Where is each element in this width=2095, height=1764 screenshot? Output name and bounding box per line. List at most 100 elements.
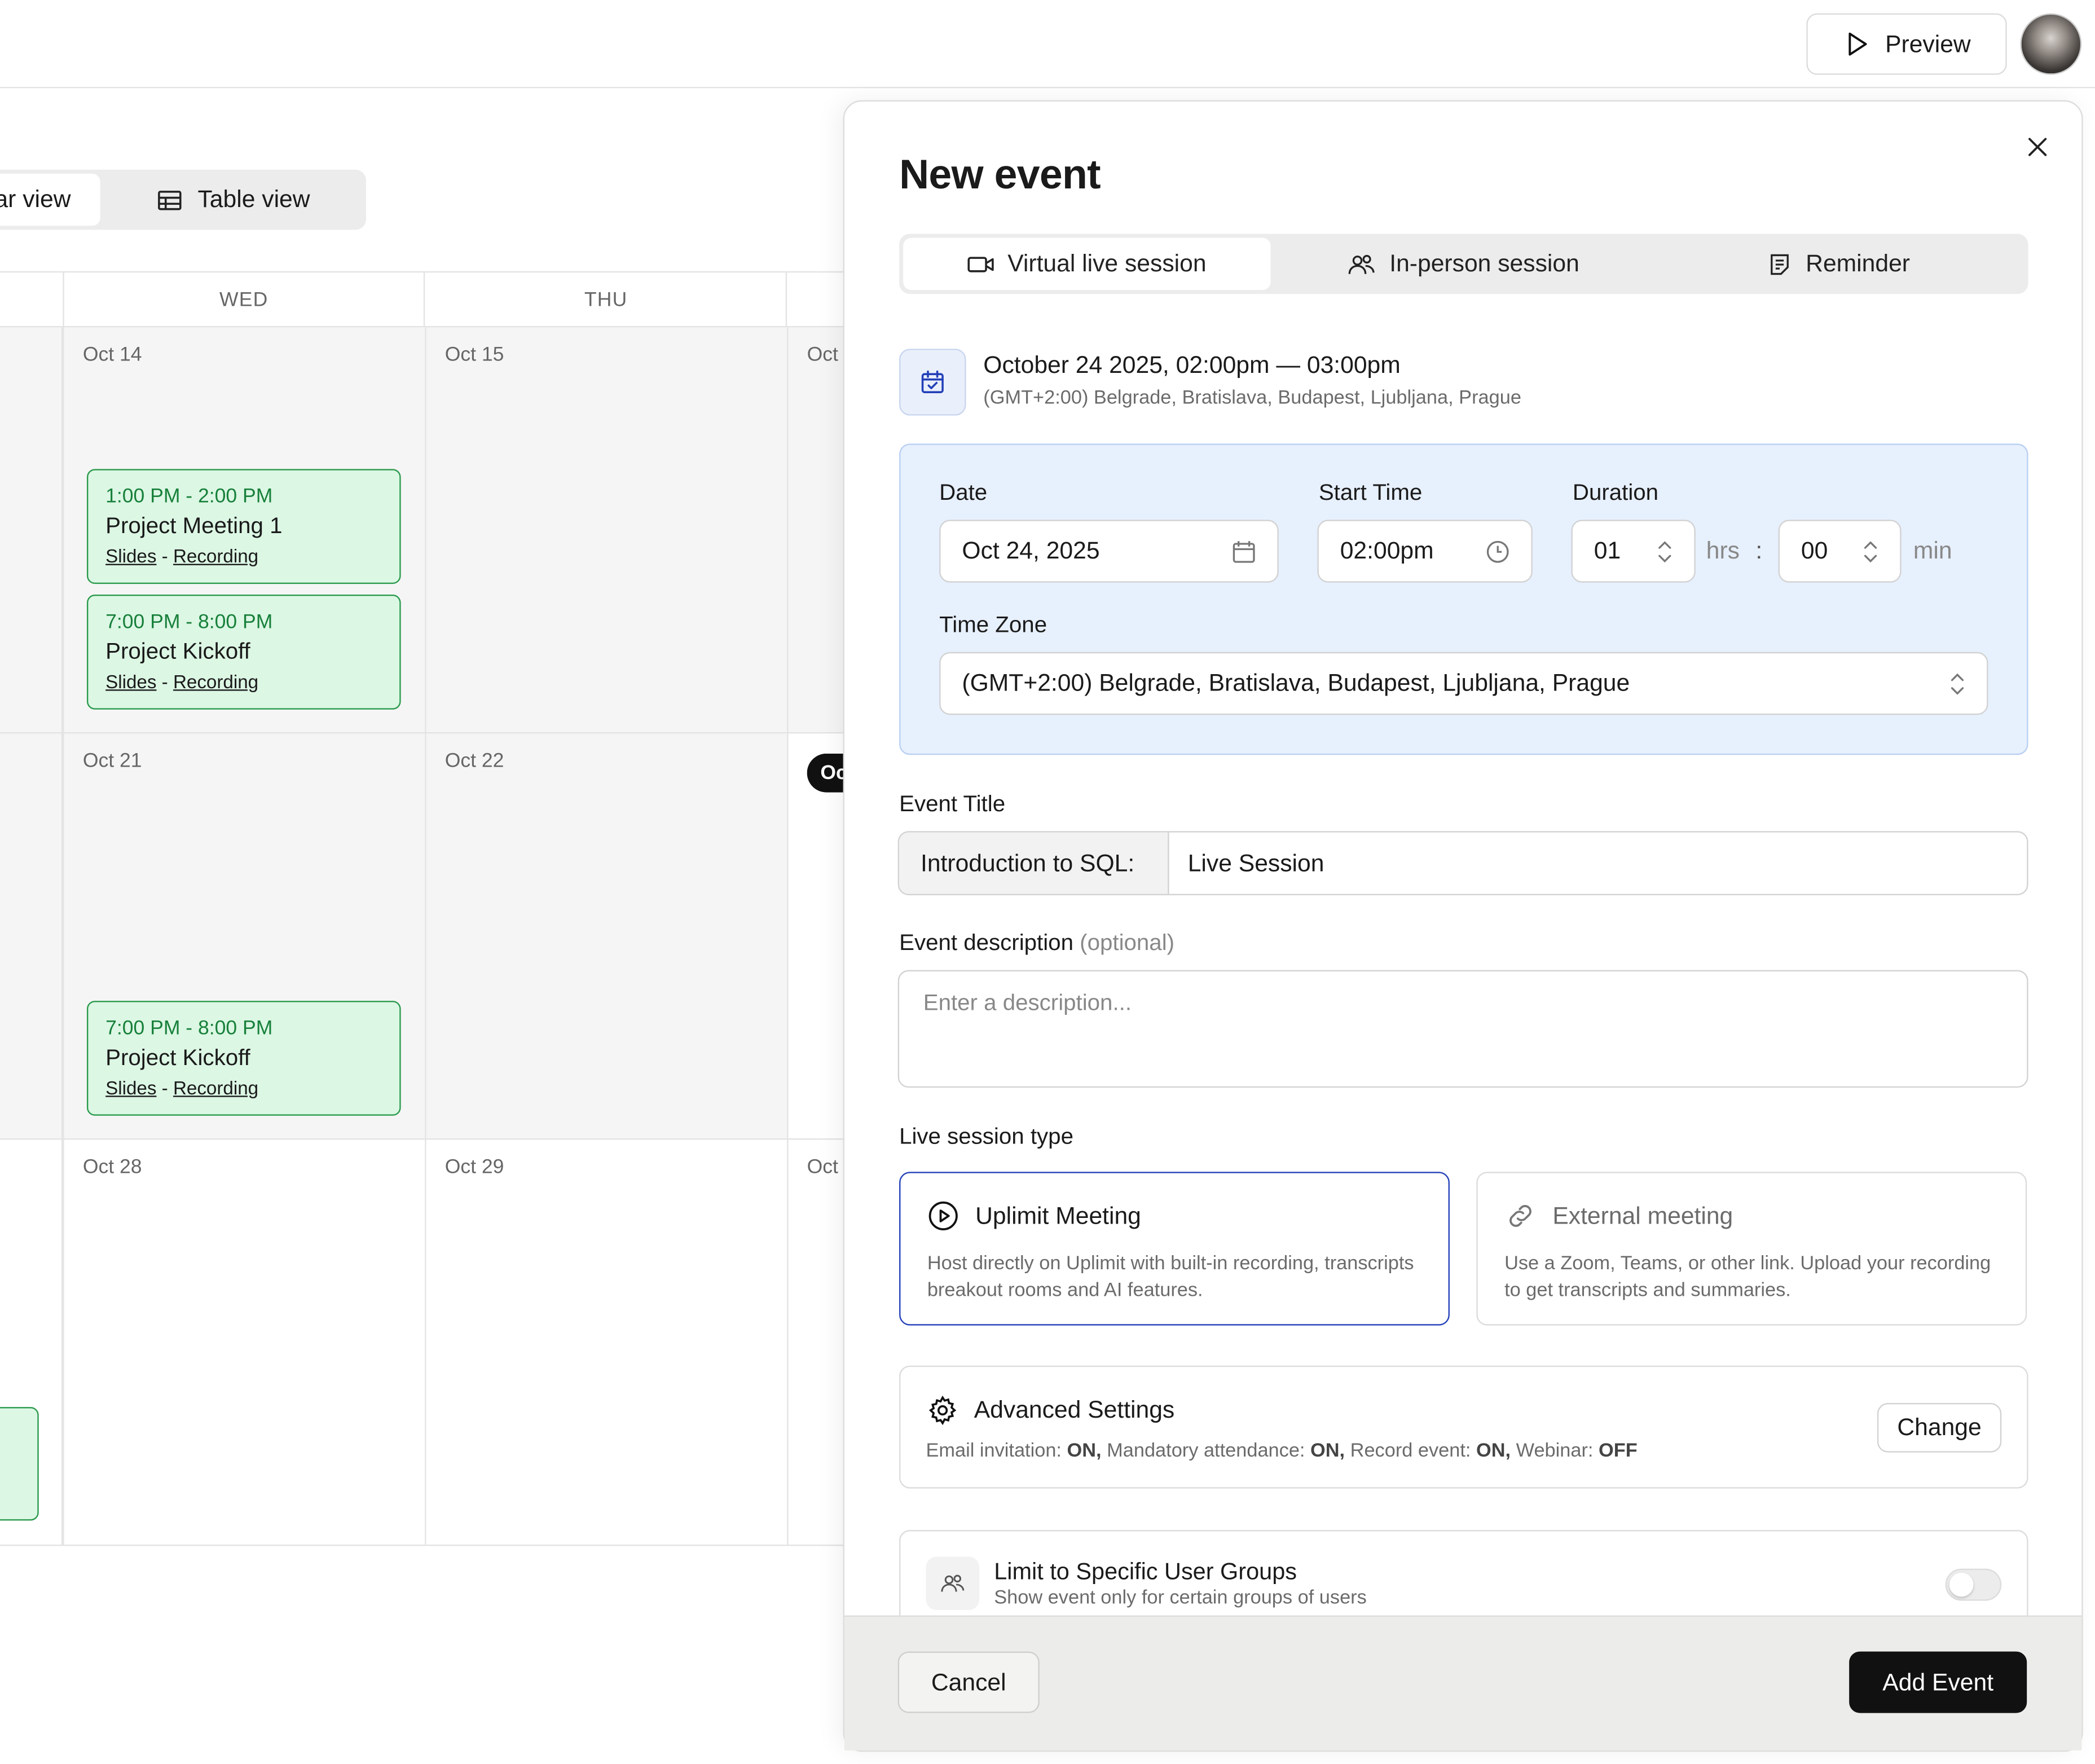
advanced-settings-summary: Email invitation: ON, Mandatory attendan… [926,1440,1637,1462]
tab-reminder[interactable]: Reminder [1654,238,2024,290]
description-textarea[interactable]: Enter a description... [897,970,2028,1088]
session-type-label: Live session type [899,1124,1073,1150]
day-cell[interactable] [0,327,63,734]
start-time-input[interactable]: 02:00pm [1317,520,1533,583]
duration-separator: : [1755,537,1763,564]
calendar-event[interactable]: 1:00 PM - 2:00 PM Project Meeting 1 Slid… [86,469,401,584]
date-label: Oct 22 [444,749,504,773]
day-cell[interactable] [426,327,789,734]
setting-value: ON, [1310,1440,1345,1462]
setting-label: Mandatory attendance: [1107,1440,1305,1462]
event-title-prefix: Introduction to SQL: [899,832,1169,894]
advanced-settings-header: Advanced Settings [927,1395,1174,1426]
date-label: Oct 28 [82,1155,142,1179]
preview-label: Preview [1885,30,1971,57]
event-timezone-summary: (GMT+2:00) Belgrade, Bratislava, Budapes… [983,387,1521,409]
slides-link[interactable]: Slides [105,1077,156,1098]
advanced-settings-title: Advanced Settings [974,1396,1175,1423]
tab-label: Virtual live session [1007,249,1207,277]
calendar-view-tab[interactable]: Calendar view [0,173,100,226]
recording-link[interactable]: Recording [173,1077,258,1098]
preview-button[interactable]: Preview [1806,13,2007,75]
calendar-event[interactable]: 7:00 PM - 8:00 PM Project Kickoff Slides… [86,595,401,710]
event-name: Project Kickoff [105,639,250,665]
event-title-input[interactable]: Introduction to SQL: Live Session [897,831,2028,895]
select-chevrons-icon [1951,672,1964,694]
recording-link[interactable]: Recording [173,545,258,566]
avatar[interactable] [2020,13,2082,75]
time-zone-value: (GMT+2:00) Belgrade, Bratislava, Budapes… [962,669,1630,697]
date-label: Oct 30 [807,1155,844,1179]
duration-label: Duration [1572,480,1659,505]
option-title: Uplimit Meeting [975,1202,1141,1229]
calendar-event[interactable]: 7:00 PM - 8:00 PM Project Kickoff Slides… [86,1001,401,1116]
day-cell[interactable] [788,1140,844,1546]
video-icon [967,256,994,272]
date-value: Oct 24, 2025 [962,537,1100,564]
date-label: Oct 16 [807,343,844,367]
link-separator: - [161,545,168,567]
add-event-button[interactable]: Add Event [1849,1651,2027,1713]
setting-label: Record event: [1350,1440,1471,1462]
event-time: 7:00 PM - 8:00 PM [105,610,273,634]
session-option-uplimit[interactable]: Uplimit Meeting Host directly on Uplimit… [899,1172,1450,1326]
hours-stepper[interactable]: 01 [1571,520,1696,583]
event-name: Project Meeting 1 [105,513,283,539]
event-time: 7:00 PM - 8:00 PM [105,1017,273,1040]
day-cell[interactable] [426,1140,789,1546]
session-option-external[interactable]: External meeting Use a Zoom, Teams, or o… [1476,1172,2027,1326]
event-title-value[interactable]: Live Session [1169,833,2027,894]
change-settings-button[interactable]: Change [1877,1403,2002,1453]
cancel-button[interactable]: Cancel [897,1651,1040,1713]
tab-in-person-session[interactable]: In-person session [1276,238,1650,290]
calendar-icon [1233,540,1255,562]
minutes-stepper[interactable]: 00 [1778,520,1902,583]
limit-description: Show event only for certain groups of us… [994,1587,1367,1609]
option-title: External meeting [1552,1202,1733,1229]
minutes-value: 00 [1801,537,1828,564]
column-header-thu: THU [426,272,787,326]
play-circle-icon [928,1201,958,1231]
option-description: Host directly on Uplimit with built-in r… [927,1253,1414,1302]
start-time-label: Start Time [1318,480,1423,505]
day-cell[interactable] [0,733,63,1140]
day-cell[interactable] [788,327,844,734]
event-name: Project Kickoff [105,1045,250,1071]
hours-unit: hrs [1706,537,1740,564]
today-date-pill: Oct 23 [807,753,844,793]
tab-label: In-person session [1389,249,1579,277]
limit-title: Limit to Specific User Groups [994,1558,1297,1585]
stepper-chevrons-icon[interactable] [1657,538,1673,564]
minutes-unit: min [1913,537,1952,564]
close-button[interactable] [2020,130,2055,165]
recording-link[interactable]: Recording [173,671,258,692]
column-header-wed: WED [64,272,425,326]
event-title-label: Event Title [899,791,1006,817]
play-icon [1848,32,1867,56]
stepper-chevrons-icon[interactable] [1863,538,1878,564]
link-separator: - [161,671,168,692]
date-label: Oct 29 [444,1155,504,1179]
day-cell[interactable] [64,1140,426,1546]
tab-label: Reminder [1806,249,1910,277]
slides-link[interactable]: Slides [105,545,156,566]
time-zone-select[interactable]: (GMT+2:00) Belgrade, Bratislava, Budapes… [939,652,1988,715]
setting-label: Email invitation: [926,1440,1062,1462]
slides-link[interactable]: Slides [105,671,156,692]
event-time: 1:00 PM - 2:00 PM [105,485,273,508]
tab-virtual-live-session[interactable]: Virtual live session [903,237,1271,290]
event-datetime-summary: October 24 2025, 02:00pm — 03:00pm [983,351,1401,379]
table-icon [158,190,182,210]
advanced-settings-card [899,1365,2028,1489]
option-description: Use a Zoom, Teams, or other link. Upload… [1504,1253,1991,1302]
day-cell[interactable] [426,733,789,1140]
limit-groups-toggle[interactable] [1945,1568,2002,1601]
setting-value: OFF [1599,1440,1638,1462]
date-input[interactable]: Oct 24, 2025 [939,520,1279,583]
link-separator: - [161,1077,168,1099]
new-event-drawer [843,100,2083,1752]
user-group-icon [926,1556,980,1611]
today-marker: Oct 23 [807,753,844,795]
table-view-tab[interactable]: Table view [107,174,360,226]
calendar-event-partial[interactable] [0,1407,39,1521]
